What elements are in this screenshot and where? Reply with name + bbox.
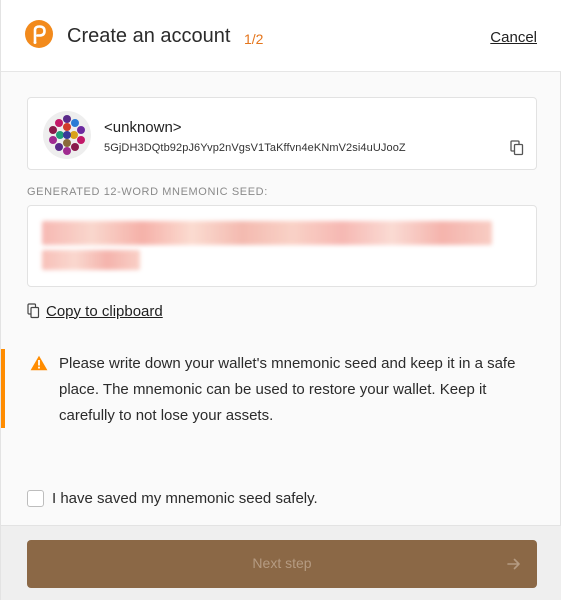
copy-to-clipboard-button[interactable]: Copy to clipboard <box>27 301 163 321</box>
next-step-label: Next step <box>252 555 312 571</box>
copy-icon <box>27 303 40 319</box>
copy-to-clipboard-label: Copy to clipboard <box>46 302 163 320</box>
cancel-button[interactable]: Cancel <box>490 29 537 46</box>
create-account-window: Create an account 1/2 Cancel <unknown> 5… <box>0 0 561 600</box>
warning-accent-bar <box>1 349 5 428</box>
arrow-right-icon <box>507 558 520 570</box>
warning-text: Please write down your wallet's mnemonic… <box>59 355 516 424</box>
header: Create an account 1/2 Cancel <box>1 0 561 72</box>
blurred-seed-words <box>42 250 140 270</box>
checkbox[interactable] <box>27 490 44 507</box>
seed-label: GENERATED 12-WORD MNEMONIC SEED: <box>27 186 268 198</box>
next-step-button[interactable]: Next step <box>27 540 537 588</box>
checkbox-label: I have saved my mnemonic seed safely. <box>52 490 318 507</box>
saved-seed-checkbox[interactable]: I have saved my mnemonic seed safely. <box>27 490 318 507</box>
copy-icon[interactable] <box>510 140 524 156</box>
mnemonic-seed-box <box>27 205 537 287</box>
footer: Next step <box>1 525 561 600</box>
page-title: Create an account <box>67 25 231 47</box>
account-name: <unknown> <box>104 119 182 136</box>
blurred-seed-words <box>42 221 492 245</box>
account-card: <unknown> 5GjDH3DQtb92pJ6Yvp2nVgsV1TaKff… <box>27 97 537 170</box>
identicon-icon <box>43 111 91 159</box>
warning-icon <box>30 355 48 371</box>
polkadot-logo-icon <box>25 20 53 48</box>
account-address: 5GjDH3DQtb92pJ6Yvp2nVgsV1TaKffvn4eKNmV2s… <box>104 142 406 154</box>
warning-message: Please write down your wallet's mnemonic… <box>1 349 541 428</box>
step-indicator: 1/2 <box>244 31 264 47</box>
